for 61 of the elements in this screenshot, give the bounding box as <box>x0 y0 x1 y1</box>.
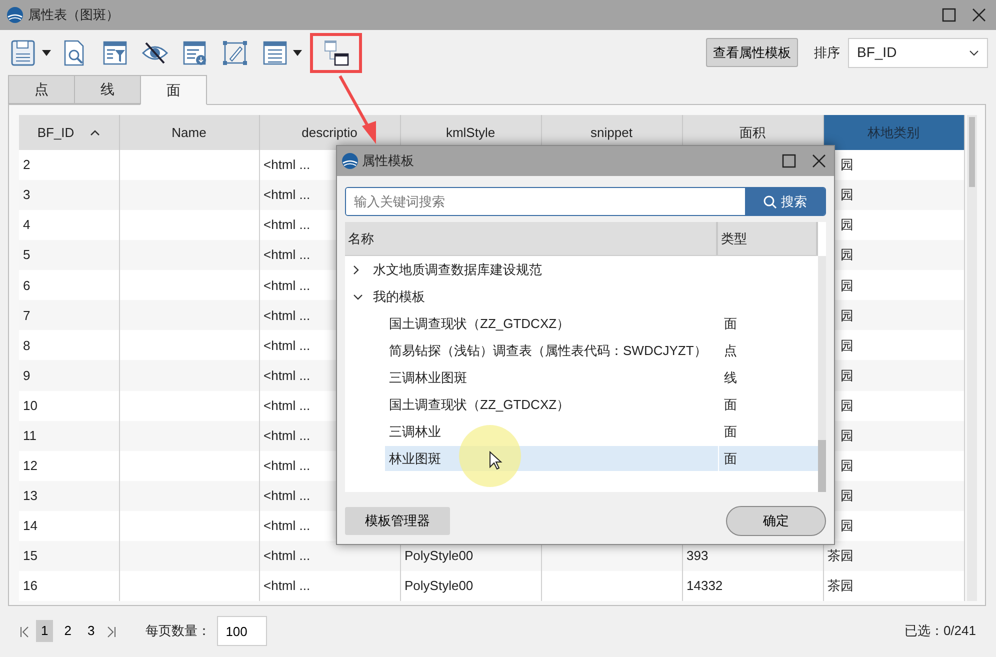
search-button[interactable]: 搜索 <box>745 188 825 215</box>
column-header[interactable]: 名称 <box>345 222 718 255</box>
column-header[interactable]: Name <box>119 115 259 150</box>
table-cell: 茶园 <box>823 570 964 601</box>
table-cell: 茶园 <box>823 540 964 571</box>
page-size-field[interactable]: 100 <box>216 616 267 646</box>
tree-cell-text: 点 <box>723 342 738 360</box>
view-template-button[interactable]: 查看属性模板 <box>706 38 798 68</box>
close-icon[interactable] <box>812 154 826 168</box>
filter-icon[interactable] <box>101 38 129 66</box>
app-logo-icon <box>341 152 359 170</box>
tab[interactable]: 面 <box>140 75 207 105</box>
scrollbar[interactable] <box>818 256 826 492</box>
sort-dropdown[interactable]: BF_ID <box>848 38 988 68</box>
sort-label: 排序 <box>814 44 840 62</box>
ok-button[interactable]: 确定 <box>726 506 826 536</box>
dropdown-caret-icon[interactable] <box>42 50 51 56</box>
download-document-icon[interactable] <box>181 38 209 66</box>
chevron-down-icon[interactable] <box>969 50 979 56</box>
app-logo-icon <box>6 6 24 24</box>
page-button[interactable]: 2 <box>59 620 76 642</box>
table-cell: <html ... <box>259 570 400 601</box>
close-icon[interactable] <box>972 8 986 22</box>
tab[interactable]: 线 <box>74 75 141 104</box>
tab[interactable]: 点 <box>8 75 75 104</box>
maximize-icon[interactable] <box>782 154 796 168</box>
tree-cell: 面 <box>719 446 818 471</box>
page-button[interactable]: 1 <box>36 620 54 642</box>
scrollbar[interactable] <box>966 115 977 601</box>
column-header[interactable]: BF_ID <box>19 115 119 150</box>
maximize-icon[interactable] <box>942 8 956 22</box>
cursor-highlight <box>459 425 521 487</box>
tree-cell-text: 线 <box>723 368 738 387</box>
window-title: 属性表（图斑） <box>28 6 119 24</box>
tree-cell-text: 面 <box>723 314 738 333</box>
search-icon[interactable] <box>763 194 777 208</box>
table-cell: PolyStyle00 <box>400 570 541 601</box>
cursor-icon <box>490 450 502 470</box>
tree-cell-text: 面 <box>723 396 738 414</box>
table-cell: 7 <box>19 300 119 330</box>
page-size-label: 每页数量： <box>146 622 211 640</box>
list-icon[interactable] <box>261 38 289 66</box>
tree-cell-text: 面 <box>723 422 738 441</box>
edit-frame-icon[interactable] <box>221 38 249 66</box>
column-header[interactable]: 类型 <box>718 222 818 255</box>
table-cell: 15 <box>19 540 119 571</box>
table-cell: 3 <box>19 180 119 210</box>
table-cell: 9 <box>19 360 119 390</box>
table-cell: 11 <box>19 420 119 451</box>
dropdown-caret-icon[interactable] <box>293 50 302 56</box>
table-cell: 16 <box>19 570 119 601</box>
save-icon[interactable] <box>10 38 38 66</box>
table-cell: 13 <box>19 480 119 511</box>
table-cell: 14332 <box>682 570 823 601</box>
search-field[interactable]: 输入关键词搜索 搜索 <box>345 187 826 216</box>
page-button[interactable]: 3 <box>82 620 100 642</box>
table-cell: <html ... <box>259 540 400 571</box>
selection-count: 已选：0/241 <box>904 622 976 640</box>
linked-windows-icon[interactable] <box>322 38 350 66</box>
template-manager-button[interactable]: 模板管理器 <box>345 507 450 534</box>
table-cell: 5 <box>19 240 119 270</box>
